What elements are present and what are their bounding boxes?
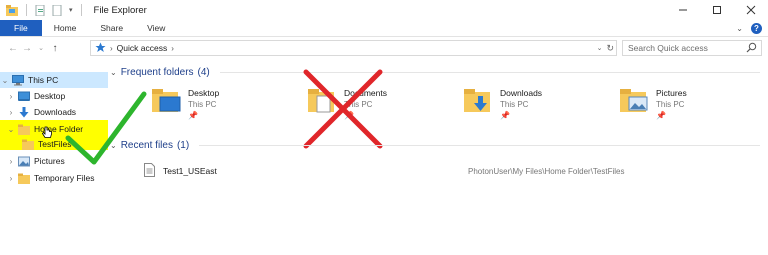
desktop-icon [18,91,30,102]
collapse-chevron-icon[interactable]: ⌄ [6,125,16,134]
expand-chevron-icon[interactable]: › [6,92,16,101]
expand-chevron-icon[interactable]: › [6,174,16,183]
section-title: Frequent folders [120,67,194,78]
new-folder-icon[interactable] [52,4,64,16]
tile-name: Desktop [188,88,220,98]
nav-label: This PC [28,75,59,85]
nav-label: Temporary Files [34,173,95,183]
collapse-chevron-icon[interactable]: ⌄ [110,68,117,77]
search-icon [746,42,757,55]
cursor-hand-icon [41,126,52,141]
close-button[interactable] [734,0,768,20]
section-frequent-folders[interactable]: ⌄ Frequent folders (4) [110,67,760,78]
expand-chevron-icon[interactable]: › [6,157,16,166]
tile-name: Downloads [500,88,543,98]
recent-locations-button[interactable]: ⌄ [34,40,48,56]
quick-access-star-icon [95,42,106,55]
red-x-mark [303,69,383,149]
file-name: Test1_USEast [163,166,217,176]
tab-view[interactable]: View [135,20,177,36]
tab-file[interactable]: File [0,20,42,36]
text-file-icon [144,163,155,179]
help-icon[interactable]: ? [751,23,762,34]
list-item[interactable]: Test1_USEast PhotonUser\My Files\Home Fo… [144,163,744,179]
minimize-button[interactable] [666,0,700,20]
folder-icon [22,139,34,150]
tab-home[interactable]: Home [42,20,89,36]
folder-icon [18,124,30,135]
window-title: File Explorer [93,4,147,16]
section-count: (4) [197,67,210,78]
nav-item-temporary-files[interactable]: › Temporary Files [0,170,108,186]
expand-ribbon-icon[interactable]: ⌄ [736,24,743,33]
search-input[interactable]: Search Quick access [622,40,762,56]
tile-name: Pictures [656,88,687,98]
collapse-chevron-icon[interactable]: ⌄ [110,141,117,150]
refresh-icon[interactable]: ↻ [606,43,614,54]
collapse-chevron-icon[interactable]: ⌄ [0,76,10,85]
breadcrumb-separator-icon: › [110,43,113,53]
up-button[interactable]: ↑ [48,40,62,56]
tile-location: This PC [500,100,529,109]
quick-access-toolbar: ▾ File Explorer [0,0,147,20]
ribbon-right: ⌄ ? [736,20,762,37]
ribbon-tabs: File Home Share View ⌄ ? [0,20,768,37]
pin-icon: 📌 [656,111,666,120]
folder-icon [6,4,18,16]
folder-tile-desktop[interactable]: Desktop This PC 📌 [152,88,219,121]
section-title: Recent files [120,140,173,151]
green-check-mark [65,91,147,165]
download-arrow-icon [18,106,30,118]
downloads-folder-icon [464,88,494,114]
customize-toolbar-icon[interactable]: ▾ [69,6,73,14]
forward-button[interactable]: → [20,40,34,56]
title-bar: ▾ File Explorer [0,0,768,20]
divider [80,4,82,16]
section-recent-files[interactable]: ⌄ Recent files (1) [110,140,760,151]
breadcrumb-separator-icon: › [171,43,174,53]
maximize-button[interactable] [700,0,734,20]
tile-location: This PC [188,100,217,109]
address-bar[interactable]: › Quick access › ⌄ ↻ [90,40,617,56]
file-path: PhotonUser\My Files\Home Folder\TestFile… [468,166,625,176]
back-button[interactable]: ← [6,40,20,56]
folder-icon [18,173,30,184]
tab-share[interactable]: Share [88,20,135,36]
pictures-icon [18,156,30,167]
pin-icon: 📌 [188,111,198,120]
folder-tile-pictures[interactable]: Pictures This PC 📌 [620,88,687,121]
search-placeholder: Search Quick access [628,43,708,53]
divider [26,4,27,16]
nav-item-this-pc[interactable]: ⌄ This PC [0,72,108,88]
desktop-folder-icon [152,88,182,114]
address-actions: ⌄ ↻ [597,41,614,55]
properties-icon[interactable] [35,4,47,16]
divider [199,145,760,146]
section-count: (1) [176,140,190,151]
window-controls [666,0,768,20]
expand-chevron-icon[interactable]: › [6,108,16,117]
pin-icon: 📌 [500,111,510,120]
folder-tile-downloads[interactable]: Downloads This PC 📌 [464,88,542,121]
pictures-folder-icon [620,88,650,114]
breadcrumb-quick-access[interactable]: Quick access [117,43,168,53]
tile-location: This PC [656,100,685,109]
pc-icon [12,74,24,86]
address-row: ← → ⌄ ↑ › Quick access › ⌄ ↻ Search Quic… [0,38,768,58]
address-dropdown-icon[interactable]: ⌄ [597,44,603,52]
